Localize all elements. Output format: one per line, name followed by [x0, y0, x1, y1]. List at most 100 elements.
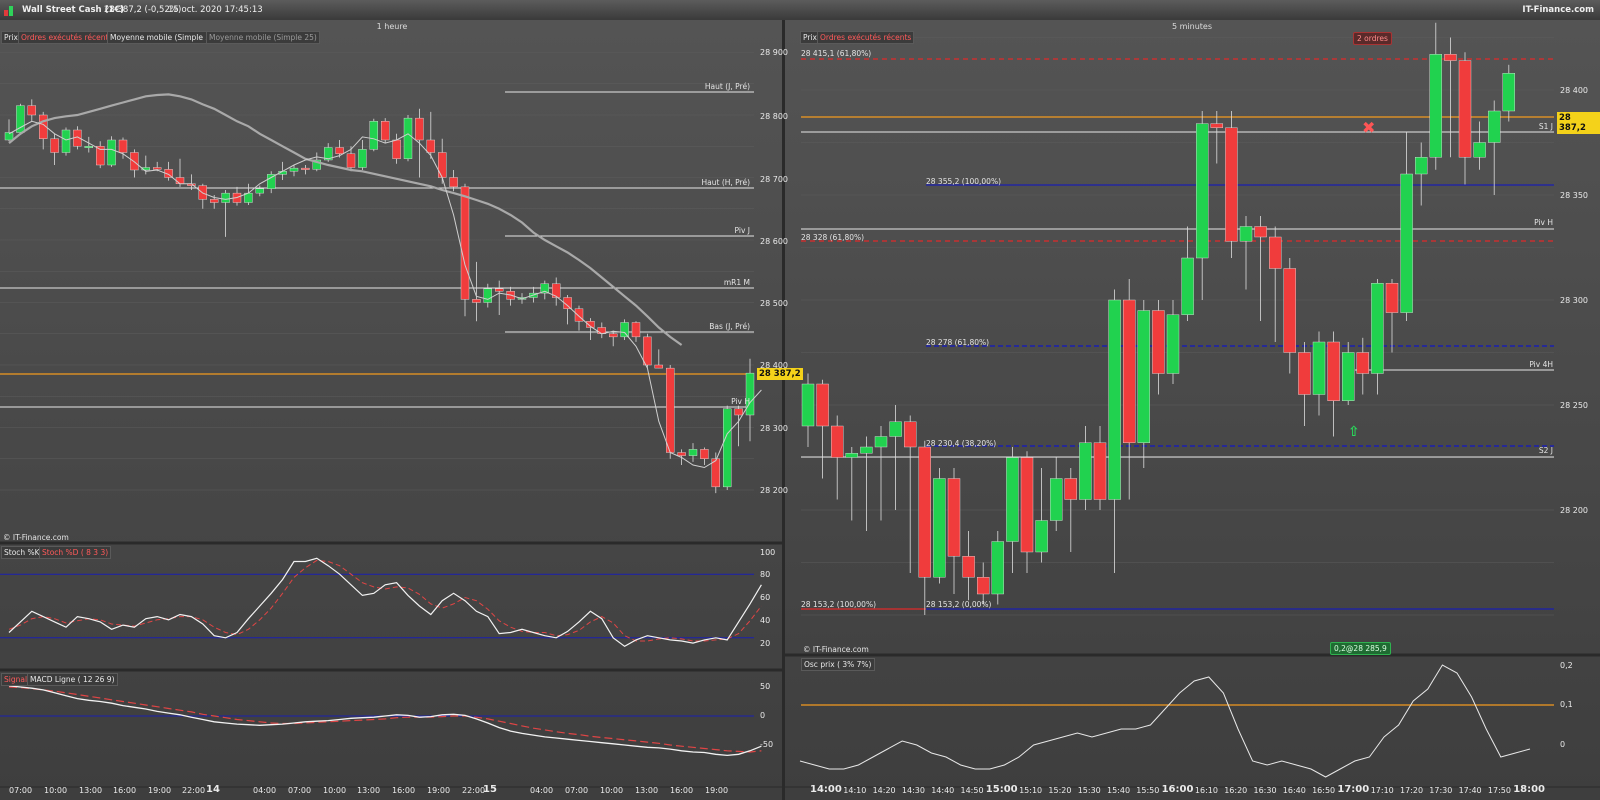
- stoch-k-line: [8, 557, 762, 648]
- fib-label: 28 355,2 (100,00%): [926, 177, 1002, 186]
- right-price-tick: 28 250: [1560, 401, 1588, 410]
- stoch-tick: 60: [760, 593, 771, 602]
- time-tick: 22:00: [462, 786, 486, 795]
- fib-label: 28 415,1 (61,80%): [801, 49, 872, 58]
- candle-up: [1341, 352, 1355, 401]
- time-tick: 16:50: [1312, 786, 1336, 795]
- level-piv-h-right: Piv H: [1534, 218, 1553, 227]
- candle-down: [1210, 123, 1224, 128]
- candle-down: [609, 333, 618, 338]
- candle-down: [1122, 299, 1136, 444]
- orders-count-badge[interactable]: 2 ordres: [1353, 32, 1392, 45]
- time-tick: 15:40: [1107, 786, 1131, 795]
- time-tick: 19:00: [427, 786, 451, 795]
- left-price-tick: 28 700: [760, 175, 788, 184]
- candle-up: [1312, 341, 1326, 395]
- time-tick: 16:10: [1194, 786, 1218, 795]
- fib-label: 28 328 (61,80%): [801, 233, 865, 242]
- candle-down: [1152, 310, 1165, 374]
- candle-down: [449, 177, 458, 188]
- candle-down: [1458, 60, 1472, 158]
- sma25-line: [8, 93, 683, 346]
- fib-label: 28 153,2 (0,00%): [926, 600, 992, 609]
- osc-line: [799, 664, 1531, 778]
- candle-up: [845, 453, 858, 458]
- candle-up: [933, 478, 946, 578]
- candle-down: [1327, 341, 1340, 401]
- candle-down: [643, 336, 652, 366]
- level-haut-h-pre: Haut (H, Pré): [701, 178, 751, 187]
- candle-up: [1502, 72, 1516, 112]
- candle-up: [1006, 457, 1019, 542]
- candle-down: [209, 199, 219, 203]
- time-tick: 14: [206, 784, 220, 795]
- time-tick: 14:10: [843, 786, 867, 795]
- time-tick: 14:20: [872, 786, 896, 795]
- candle-down: [977, 577, 990, 595]
- level-s2-j: S2 J: [1538, 446, 1553, 455]
- fib-label: 28 153,2 (100,00%): [801, 600, 877, 609]
- candle-down: [426, 139, 435, 153]
- candle-down: [962, 556, 975, 578]
- time-tick: 16:00: [392, 786, 416, 795]
- time-tick: 22:00: [182, 786, 206, 795]
- macd-tick: 50: [760, 682, 771, 691]
- candle-down: [381, 121, 390, 141]
- tab-stoch-d[interactable]: Stoch %D ( 8 3 3): [39, 546, 112, 559]
- time-tick: 16:40: [1282, 786, 1306, 795]
- candle-up: [1049, 478, 1063, 521]
- right-price-tick: 28 200: [1560, 506, 1588, 515]
- time-tick: 16:00: [113, 786, 137, 795]
- candle-down: [1356, 352, 1370, 374]
- candle-up: [255, 188, 265, 194]
- sma3-line: [8, 120, 762, 469]
- time-tick: 16:00: [1161, 784, 1194, 795]
- candle-up: [16, 105, 25, 133]
- stoch-tick: 40: [760, 616, 771, 625]
- tab-orders-left[interactable]: Ordres exécutés récents: [18, 31, 116, 44]
- left-price-tick: 28 800: [760, 112, 788, 121]
- right-price-tick: 28 400: [1560, 86, 1588, 95]
- sell-order-marker-icon: ✖: [1362, 118, 1375, 137]
- time-tick: 15:10: [1019, 786, 1043, 795]
- candle-up: [620, 322, 629, 338]
- candle-up: [991, 541, 1004, 595]
- right-timeframe-label: 5 minutes: [1171, 22, 1212, 31]
- right-price-tick: 28 350: [1560, 191, 1588, 200]
- level-mr1-m: mR1 M: [723, 278, 750, 287]
- candle-up: [1473, 142, 1486, 158]
- candle-down: [1020, 457, 1034, 553]
- time-tick: 13:00: [357, 786, 381, 795]
- candle-down: [677, 452, 686, 456]
- execution-badge[interactable]: 0,2@28 285,9: [1330, 642, 1391, 655]
- stoch-tick: 20: [760, 639, 771, 648]
- candle-down: [904, 421, 917, 448]
- candle-down: [27, 105, 36, 116]
- candle-down: [1268, 236, 1282, 269]
- candle-down: [666, 367, 675, 453]
- tab-macd-signal[interactable]: Signal: [1, 673, 31, 686]
- candle-down: [654, 364, 663, 369]
- time-tick: 14:00: [810, 784, 842, 795]
- macd-tick: -50: [760, 740, 774, 749]
- candle-up: [369, 121, 378, 150]
- level-piv-h: Piv H: [731, 397, 750, 406]
- tab-macd-line[interactable]: MACD Ligne ( 12 26 9): [27, 673, 118, 686]
- tab-orders-right[interactable]: Ordres exécutés récents: [817, 31, 915, 44]
- tab-stoch-k[interactable]: Stoch %K: [1, 546, 43, 559]
- tab-sma3[interactable]: Moyenne mobile (Simple 3): [107, 31, 217, 44]
- time-tick: 07:00: [288, 786, 312, 795]
- left-price-tick: 28 300: [760, 424, 788, 433]
- tab-osc-prix[interactable]: Osc prix ( 3% 7%): [801, 658, 875, 671]
- tab-sma25[interactable]: Moyenne mobile (Simple 25): [206, 31, 320, 44]
- candle-down: [1283, 268, 1297, 353]
- candle-up: [1414, 156, 1428, 175]
- chart-canvas[interactable]: ✖⇧: [0, 0, 1600, 800]
- candle-down: [301, 167, 310, 170]
- time-tick: 07:00: [565, 786, 589, 795]
- candle-down: [175, 177, 185, 184]
- candle-up: [289, 167, 299, 172]
- candle-down: [346, 153, 356, 168]
- candle-up: [1239, 226, 1253, 242]
- time-tick: 18:00: [1513, 784, 1546, 795]
